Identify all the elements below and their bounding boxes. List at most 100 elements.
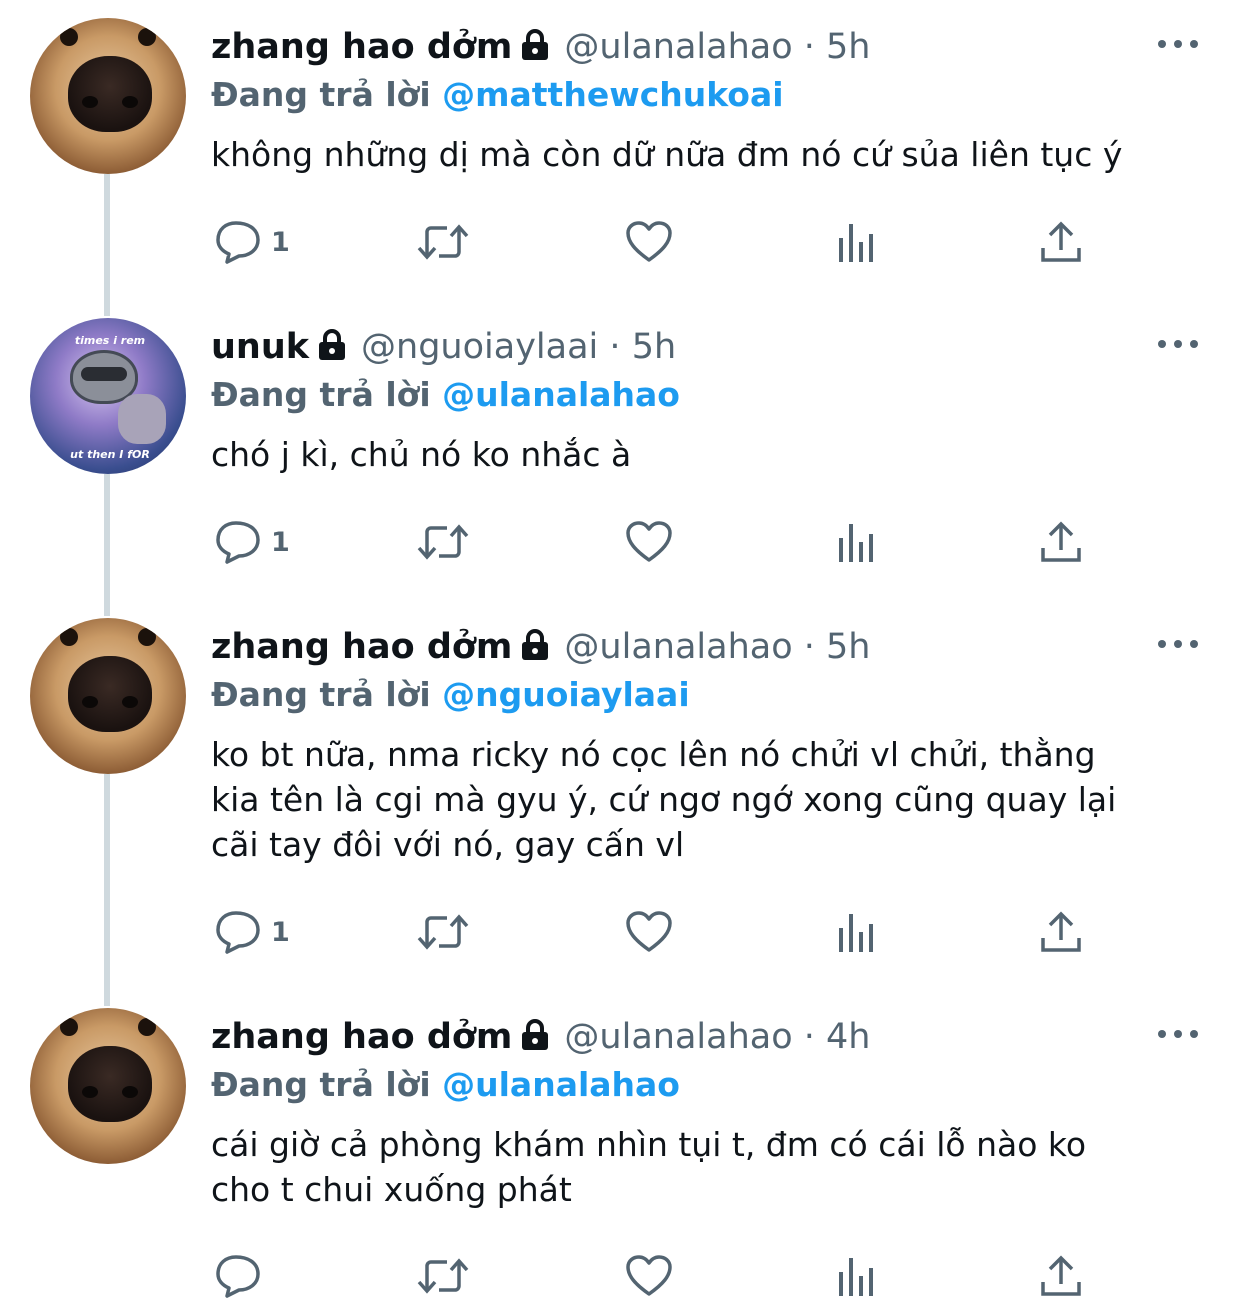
handle[interactable]: @ulanalahao [564, 1017, 792, 1057]
retweet-button[interactable] [415, 1248, 471, 1304]
tweet-text-line: cho t chui xuống phát [211, 1170, 572, 1209]
separator-dot: · [803, 627, 815, 667]
handle[interactable]: @ulanalahao [564, 627, 792, 667]
separator-dot: · [803, 1017, 815, 1057]
analytics-bars-icon [835, 220, 879, 264]
avatar-caption: ut then I fOR [70, 448, 150, 461]
replying-to: Đang trả lời @ulanalahao [211, 373, 680, 417]
separator-dot: · [609, 327, 621, 367]
tweet-actions: 1 [211, 214, 1081, 270]
tweet-actions [211, 1248, 1081, 1304]
lock-icon [520, 28, 550, 72]
retweet-icon [415, 220, 471, 264]
tweet-text: chó j kì, chủ nó ko nhắc à [211, 435, 632, 474]
tweet-header: unuk @nguoiaylaai · 5h [211, 325, 676, 372]
reply-button[interactable]: 1 [215, 904, 290, 960]
analytics-bars-icon [835, 1254, 879, 1298]
avatar[interactable]: times i rem ut then I fOR [30, 318, 186, 474]
reply-button[interactable] [215, 1248, 271, 1304]
more-horizontal-icon[interactable] [1158, 334, 1200, 354]
display-name[interactable]: zhang hao dởm [211, 27, 512, 67]
reply-count: 1 [271, 226, 290, 258]
timestamp[interactable]: 5h [826, 627, 870, 667]
tweet[interactable]: zhang hao dởm @ulanalahao · 5h Đang trả l… [0, 0, 1242, 300]
tweet[interactable]: zhang hao dởm @ulanalahao · 4h Đang trả l… [0, 990, 1242, 1311]
share-button[interactable] [1039, 214, 1083, 270]
replying-to: Đang trả lời @matthewchukoai [211, 73, 784, 117]
tweet-header: zhang hao dởm @ulanalahao · 5h [211, 25, 870, 72]
more-horizontal-icon[interactable] [1158, 34, 1200, 54]
more-horizontal-icon[interactable] [1158, 634, 1200, 654]
handle[interactable]: @ulanalahao [564, 27, 792, 67]
separator-dot: · [803, 27, 815, 67]
lock-icon [317, 328, 347, 372]
avatar[interactable] [30, 618, 186, 774]
lock-icon [520, 1018, 550, 1062]
display-name[interactable]: zhang hao dởm [211, 1017, 512, 1057]
share-button[interactable] [1039, 1248, 1083, 1304]
views-button[interactable] [835, 514, 879, 570]
analytics-bars-icon [835, 910, 879, 954]
share-button[interactable] [1039, 904, 1083, 960]
retweet-button[interactable] [415, 214, 471, 270]
retweet-button[interactable] [415, 514, 471, 570]
like-button[interactable] [625, 214, 673, 270]
share-upload-icon [1039, 520, 1083, 564]
views-button[interactable] [835, 1248, 879, 1304]
retweet-button[interactable] [415, 904, 471, 960]
share-upload-icon [1039, 220, 1083, 264]
more-horizontal-icon[interactable] [1158, 1024, 1200, 1044]
avatar[interactable] [30, 1008, 186, 1164]
views-button[interactable] [835, 904, 879, 960]
tweet-text: ko bt nữa, nma ricky nó cọc lên nó chửi … [211, 732, 1211, 867]
tweet[interactable]: zhang hao dởm @ulanalahao · 5h Đang trả l… [0, 600, 1242, 990]
replying-to-handle[interactable]: @ulanalahao [442, 1065, 680, 1104]
reply-button[interactable]: 1 [215, 214, 290, 270]
reply-bubble-icon [215, 1254, 261, 1298]
replying-to-handle[interactable]: @matthewchukoai [442, 75, 783, 114]
reply-bubble-icon [215, 910, 261, 954]
heart-icon [625, 520, 673, 564]
timestamp[interactable]: 4h [826, 1017, 870, 1057]
heart-icon [625, 910, 673, 954]
share-button[interactable] [1039, 514, 1083, 570]
avatar[interactable] [30, 18, 186, 174]
heart-icon [625, 1254, 673, 1298]
like-button[interactable] [625, 514, 673, 570]
tweet-header: zhang hao dởm @ulanalahao · 5h [211, 625, 870, 672]
replying-to-handle[interactable]: @ulanalahao [442, 375, 680, 414]
replying-label: Đang trả lời [211, 375, 431, 414]
tweet-actions: 1 [211, 904, 1081, 960]
reply-count: 1 [271, 526, 290, 558]
tweet-text: không những dị mà còn dữ nữa đm nó cứ sủ… [211, 135, 1123, 174]
like-button[interactable] [625, 904, 673, 960]
retweet-icon [415, 1254, 471, 1298]
heart-icon [625, 220, 673, 264]
views-button[interactable] [835, 214, 879, 270]
tweet-text-line: cãi tay đôi với nó, gay cấn vl [211, 825, 685, 864]
display-name[interactable]: zhang hao dởm [211, 627, 512, 667]
timestamp[interactable]: 5h [826, 27, 870, 67]
lock-icon [520, 628, 550, 672]
replying-to: Đang trả lời @nguoiaylaai [211, 673, 690, 717]
timestamp[interactable]: 5h [632, 327, 676, 367]
tweet[interactable]: times i rem ut then I fOR unuk @nguoiayla… [0, 300, 1242, 600]
reply-button[interactable]: 1 [215, 514, 290, 570]
reply-bubble-icon [215, 220, 261, 264]
tweet-header: zhang hao dởm @ulanalahao · 4h [211, 1015, 870, 1062]
tweet-actions: 1 [211, 514, 1081, 570]
retweet-icon [415, 910, 471, 954]
replying-label: Đang trả lời [211, 675, 431, 714]
handle[interactable]: @nguoiaylaai [361, 327, 598, 367]
avatar-caption: times i rem [74, 334, 146, 347]
replying-label: Đang trả lời [211, 1065, 431, 1104]
like-button[interactable] [625, 1248, 673, 1304]
display-name[interactable]: unuk [211, 327, 309, 367]
tweet-text-line: kia tên là cgi mà gyu ý, cứ ngơ ngớ xong… [211, 780, 1117, 819]
replying-to-handle[interactable]: @nguoiaylaai [442, 675, 690, 714]
retweet-icon [415, 520, 471, 564]
tweet-text-line: cái giờ cả phòng khám nhìn tụi t, đm có … [211, 1125, 1087, 1164]
replying-label: Đang trả lời [211, 75, 431, 114]
reply-bubble-icon [215, 520, 261, 564]
share-upload-icon [1039, 910, 1083, 954]
